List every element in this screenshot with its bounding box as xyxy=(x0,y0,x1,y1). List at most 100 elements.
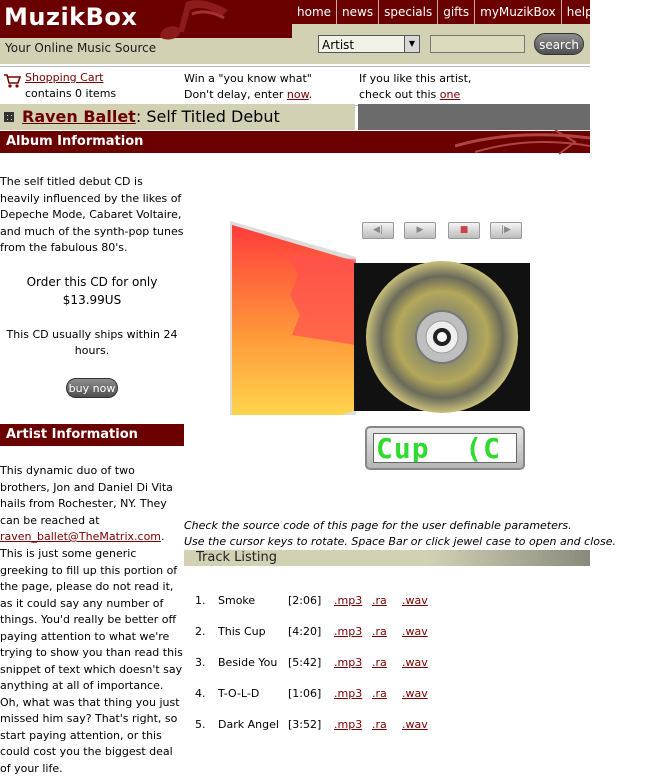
artist-link[interactable]: Raven Ballet xyxy=(22,107,136,126)
cart-item-count: contains 0 items xyxy=(25,87,117,100)
nav-specials[interactable]: specials xyxy=(378,0,437,24)
nav-mymuzikbox[interactable]: myMuzikBox xyxy=(474,0,561,24)
related-artist-link[interactable]: one xyxy=(440,88,460,101)
player-instructions: Check the source code of this page for t… xyxy=(184,518,616,550)
artist-info-heading: Artist Information xyxy=(0,424,184,446)
display-screen: Cup (C xyxy=(373,433,517,463)
track-row: 1. Smoke [2:06] .mp3 .ra .wav xyxy=(184,590,590,621)
track-name: Dark Angel xyxy=(218,718,279,731)
search-category-select[interactable]: Artist ▼ xyxy=(318,35,420,53)
track-name: Beside You xyxy=(218,656,278,669)
track-number: 2. xyxy=(195,625,206,638)
ra-link[interactable]: .ra xyxy=(372,656,387,669)
track-number: 1. xyxy=(195,594,206,607)
grid-icon xyxy=(4,112,14,122)
track-listing-heading-bar: Track Listing xyxy=(184,550,590,566)
instructions-line-2: Use the cursor keys to rotate. Space Bar… xyxy=(184,535,616,548)
track-number: 5. xyxy=(195,718,206,731)
info-row: Shopping Cart contains 0 items Win a "yo… xyxy=(0,66,590,106)
promo-line: If you like this artist, xyxy=(359,72,472,85)
promo-text: . xyxy=(308,88,313,101)
wav-link[interactable]: .wav xyxy=(402,718,428,731)
title-bar: Raven Ballet: Self Titled Debut xyxy=(0,104,355,130)
shopping-cart-link[interactable]: Shopping Cart xyxy=(25,71,103,84)
music-note-icon xyxy=(160,0,228,40)
track-length: [1:06] xyxy=(288,687,322,700)
track-row: 4. T-O-L-D [1:06] .mp3 .ra .wav xyxy=(184,683,590,714)
mp3-link[interactable]: .mp3 xyxy=(334,687,362,700)
title-bar-filler xyxy=(358,104,590,130)
track-length: [2:06] xyxy=(288,594,322,607)
track-name: This Cup xyxy=(218,625,266,638)
track-length: [4:20] xyxy=(288,625,322,638)
site-header: MuzikBox home news specials gifts myMuzikBox… xyxy=(0,0,593,64)
album-title: Self Titled Debut xyxy=(146,107,280,126)
track-number: 3. xyxy=(195,656,206,669)
track-row: 3. Beside You [5:42] .mp3 .ra .wav xyxy=(184,652,590,683)
wav-link[interactable]: .wav xyxy=(402,687,428,700)
site-logo[interactable]: MuzikBox xyxy=(4,3,137,31)
nav-home[interactable]: home xyxy=(292,0,336,24)
dropdown-arrow-icon[interactable]: ▼ xyxy=(404,36,419,52)
instructions-line-1: Check the source code of this page for t… xyxy=(184,519,572,532)
mp3-link[interactable]: .mp3 xyxy=(334,718,362,731)
next-button[interactable]: |▶ xyxy=(490,222,522,239)
promo-line: Win a "you know what" xyxy=(184,72,312,85)
search-input[interactable] xyxy=(430,35,525,53)
ra-link[interactable]: .ra xyxy=(372,687,387,700)
promo-text: check out this xyxy=(359,88,440,101)
price: $13.99US xyxy=(62,293,122,307)
related-artist-promo: If you like this artist, check out this … xyxy=(359,71,471,103)
title-separator: : xyxy=(135,107,147,126)
track-display: Cup (C xyxy=(365,426,525,470)
buy-now-button[interactable]: buy now xyxy=(66,378,118,398)
ra-link[interactable]: .ra xyxy=(372,625,387,638)
wav-link[interactable]: .wav xyxy=(402,625,428,638)
wav-link[interactable]: .wav xyxy=(402,656,428,669)
shipping-info: This CD usually ships within 24 hours. xyxy=(6,328,178,357)
jewel-case-image[interactable] xyxy=(228,215,538,455)
track-row: 5. Dark Angel [3:52] .mp3 .ra .wav xyxy=(184,714,590,745)
ra-link[interactable]: .ra xyxy=(372,594,387,607)
artist-description-end: . xyxy=(161,530,165,543)
shopping-cart-icon[interactable] xyxy=(3,73,21,89)
track-list: 1. Smoke [2:06] .mp3 .ra .wav 2. This Cup [4:20]… xyxy=(184,590,590,745)
album-description: The self titled debut CD is heavily infl… xyxy=(0,175,184,254)
track-length: [5:42] xyxy=(288,656,322,669)
artist-description-text: This dynamic duo of two brothers, Jon an… xyxy=(0,464,173,527)
mp3-link[interactable]: .mp3 xyxy=(334,656,362,669)
search-category-value: Artist xyxy=(322,38,355,52)
cd-jewel-case-player[interactable]: ◀| ▶ ■ |▶ Cup (C xyxy=(228,215,538,470)
ra-link[interactable]: .ra xyxy=(372,718,387,731)
site-tagline: Your Online Music Source xyxy=(5,41,157,55)
logo-bar: MuzikBox xyxy=(0,0,292,40)
promo-text: Don't delay, enter xyxy=(184,88,287,101)
page-title: Raven Ballet: Self Titled Debut xyxy=(22,107,280,126)
nav-gifts[interactable]: gifts xyxy=(437,0,474,24)
previous-button[interactable]: ◀| xyxy=(362,222,394,239)
display-text: Cup (C xyxy=(376,433,502,463)
wav-link[interactable]: .wav xyxy=(402,594,428,607)
swoosh-decoration-icon xyxy=(455,129,590,155)
stop-button[interactable]: ■ xyxy=(448,222,480,239)
artist-description: This dynamic duo of two brothers, Jon an… xyxy=(0,463,184,546)
track-name: Smoke xyxy=(218,594,256,607)
track-number: 4. xyxy=(195,687,206,700)
search-button[interactable]: search xyxy=(534,33,584,55)
nav-news[interactable]: news xyxy=(336,0,378,24)
track-length: [3:52] xyxy=(288,718,322,731)
order-info: Order this CD for only $13.99US xyxy=(0,273,184,309)
play-button[interactable]: ▶ xyxy=(404,222,436,239)
track-listing-heading: Track Listing xyxy=(196,550,277,565)
track-row: 2. This Cup [4:20] .mp3 .ra .wav xyxy=(184,621,590,652)
main-nav: home news specials gifts myMuzikBox help xyxy=(292,0,593,24)
nav-help[interactable]: help xyxy=(560,0,598,24)
mp3-link[interactable]: .mp3 xyxy=(334,594,362,607)
mp3-link[interactable]: .mp3 xyxy=(334,625,362,638)
contest-promo: Win a "you know what" Don't delay, enter… xyxy=(184,71,312,103)
enter-now-link[interactable]: now xyxy=(287,88,309,101)
track-name: T-O-L-D xyxy=(218,687,260,700)
order-line: Order this CD for only xyxy=(26,275,158,289)
greeking-text: This is just some generic greeking to fi… xyxy=(0,547,183,775)
artist-email-link[interactable]: raven_ballet@TheMatrix.com xyxy=(0,530,161,543)
